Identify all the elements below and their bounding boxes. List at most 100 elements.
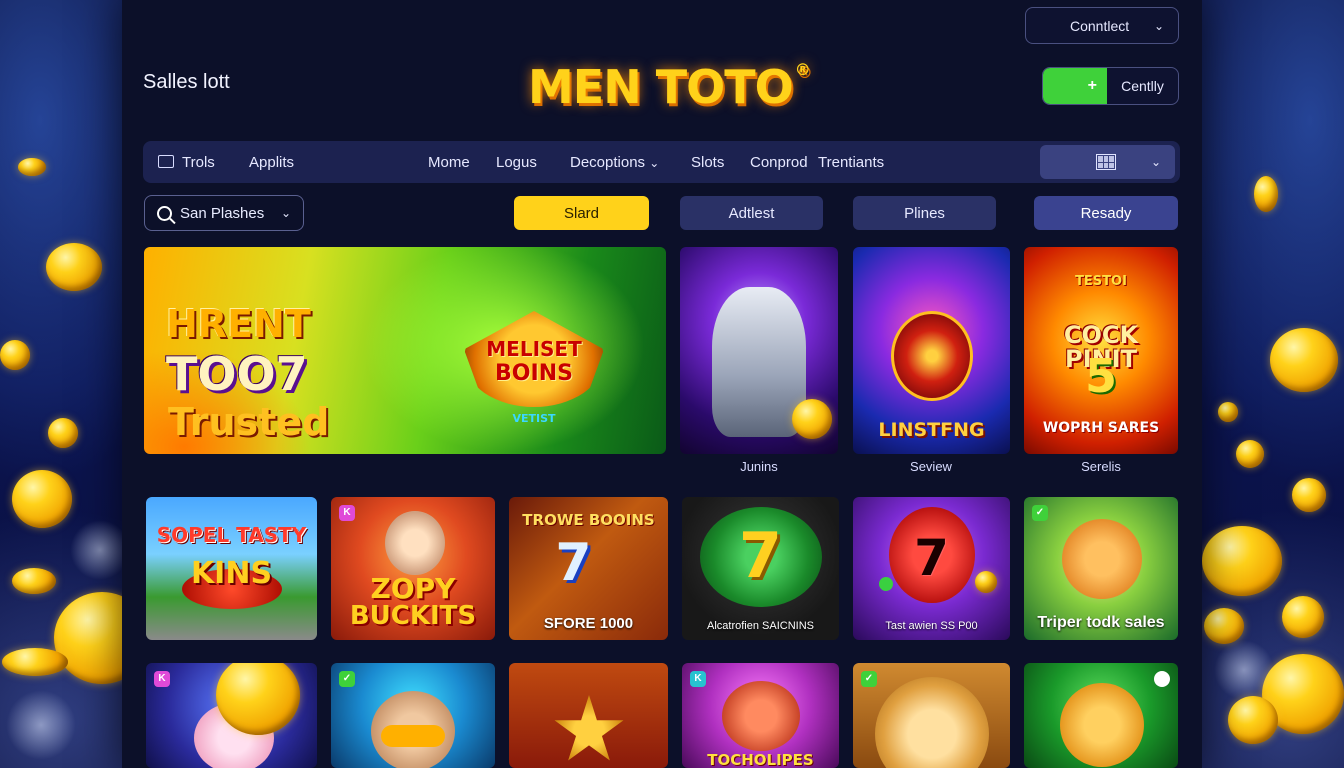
star-emblem xyxy=(554,695,624,761)
nav-label: Decoptions xyxy=(570,154,646,171)
featured-game-card[interactable] xyxy=(680,247,838,454)
logo-text: MEN TOTO xyxy=(528,60,794,114)
view-switcher[interactable]: ⌄ xyxy=(1040,145,1175,179)
cat-character xyxy=(1062,519,1142,599)
nav-item-mome[interactable]: Mome xyxy=(428,154,470,171)
chevron-down-icon: ⌄ xyxy=(649,156,660,170)
nav-item-trols[interactable]: Trols xyxy=(158,154,215,171)
game-card[interactable]: ✓ xyxy=(331,663,495,768)
hero-title-line1: HRENT xyxy=(166,302,311,346)
nav-label: Trols xyxy=(182,154,215,171)
connect-label: Conntlect xyxy=(1070,17,1130,34)
game-card[interactable]: ✓ xyxy=(853,663,1010,768)
featured-label: Seview xyxy=(910,459,952,474)
featured-label: Junins xyxy=(740,459,778,474)
hero-badge-line1: MELISET xyxy=(486,337,582,361)
nav-item-slots[interactable]: Slots xyxy=(691,154,724,171)
currency-toggle[interactable]: + Centlly xyxy=(1042,67,1179,105)
filter-pill-slard[interactable]: Slard xyxy=(514,196,649,230)
featured-art-number: 5 xyxy=(1084,349,1117,403)
game-art-title: KINS xyxy=(190,556,273,591)
hero-badge-line2: BOINS xyxy=(495,361,573,386)
coin-decoration xyxy=(1292,478,1326,512)
filter-pill-resady[interactable]: Resady xyxy=(1034,196,1178,230)
coin-decoration xyxy=(1218,402,1238,422)
game-art-seven: 7 xyxy=(555,533,592,593)
featured-game-card[interactable]: TESTOI COCK PINIT 5 WOPRH SARES xyxy=(1024,247,1178,454)
game-card[interactable]: K ZOPY BUCKITS xyxy=(331,497,495,640)
creature-character xyxy=(722,681,800,751)
game-card[interactable]: K TOCHOLIPES xyxy=(682,663,839,768)
search-label: San Plashes xyxy=(180,204,265,222)
game-card[interactable]: SOPEL TASTY KINS xyxy=(146,497,317,640)
coin-decoration xyxy=(2,648,68,676)
filter-pill-plines[interactable]: Plines xyxy=(853,196,996,230)
connect-dropdown[interactable]: Conntlect ⌄ xyxy=(1025,7,1179,44)
game-card[interactable] xyxy=(1024,663,1178,768)
chevron-down-icon: ⌄ xyxy=(1150,155,1161,169)
goggles-icon xyxy=(381,725,445,747)
game-art-seven: 7 xyxy=(738,519,783,592)
medallion-emblem xyxy=(875,677,989,768)
game-badge-icon: K xyxy=(690,671,706,687)
site-logo[interactable]: MEN TOTO ® xyxy=(528,60,811,114)
hero-banner[interactable]: HRENT TOO7 Trusted MELISET BOINS VETIST xyxy=(144,247,666,454)
coin-icon xyxy=(792,399,832,439)
coin-icon xyxy=(216,663,300,735)
bokeh-decoration xyxy=(70,520,130,580)
coin-decoration xyxy=(1228,696,1278,744)
plus-icon: + xyxy=(1087,77,1097,94)
game-card[interactable]: 7 Tast awien SS P00 xyxy=(853,497,1010,640)
game-card[interactable]: TROWE BOOINS 7 SFORE 1000 xyxy=(509,497,668,640)
hero-title-line3: Trusted xyxy=(168,400,330,444)
game-card[interactable] xyxy=(509,663,668,768)
featured-art-text: LINSTFNG xyxy=(878,419,985,441)
game-card[interactable]: K xyxy=(146,663,317,768)
featured-art-bottom: WOPRH SARES xyxy=(1042,420,1160,436)
coin-decoration xyxy=(1202,526,1282,596)
game-card[interactable]: ✓ Triper todk sales xyxy=(1024,497,1178,640)
nav-item-conprod[interactable]: Conprod xyxy=(750,154,808,171)
game-art-text: TROWE BOOINS xyxy=(522,511,655,529)
bokeh-decoration xyxy=(1214,640,1274,700)
game-badge-icon: ✓ xyxy=(1032,505,1048,521)
grid-view-icon xyxy=(1096,154,1116,170)
hero-badge-line3: VETIST xyxy=(512,412,556,425)
game-badge-icon: ✓ xyxy=(339,671,355,687)
game-card[interactable]: 7 Alcatrofien SAICNINS xyxy=(682,497,839,640)
game-caption: Alcatrofien SAICNINS xyxy=(707,620,814,632)
main-nav: Trols Applits Mome Logus Decoptions ⌄ Sl… xyxy=(143,141,1180,183)
featured-game-card[interactable]: LINSTFNG xyxy=(853,247,1010,454)
game-badge-icon: K xyxy=(154,671,170,687)
search-dropdown[interactable]: San Plashes ⌄ xyxy=(144,195,304,231)
green-ball xyxy=(879,577,893,591)
bokeh-decoration xyxy=(6,690,76,760)
coin-decoration xyxy=(12,470,72,528)
filter-pill-adtlest[interactable]: Adtlest xyxy=(680,196,823,230)
chevron-down-icon: ⌄ xyxy=(280,206,291,220)
clover-icon xyxy=(1154,671,1170,687)
toggle-switch[interactable]: + xyxy=(1043,68,1107,104)
game-art-text: SOPEL TASTY xyxy=(156,523,307,547)
game-caption: Triper todk sales xyxy=(1037,614,1165,631)
coin-decoration xyxy=(1254,176,1278,212)
hero-title-line2: TOO7 xyxy=(166,347,308,401)
site-subtitle: Salles lott xyxy=(143,71,230,93)
creature-character xyxy=(1060,683,1144,767)
nav-item-logus[interactable]: Logus xyxy=(496,154,537,171)
nav-item-decoptions[interactable]: Decoptions ⌄ xyxy=(570,154,659,171)
coin-decoration xyxy=(0,340,30,370)
featured-label: Serelis xyxy=(1081,459,1121,474)
game-art-text: ZOPY xyxy=(370,572,456,605)
nav-item-trentiants[interactable]: Trentiants xyxy=(818,154,884,171)
coin-decoration xyxy=(46,243,102,291)
toggle-label: Centlly xyxy=(1121,78,1164,94)
game-badge-icon: ✓ xyxy=(861,671,877,687)
coin-icon xyxy=(975,571,997,593)
coin-decoration xyxy=(48,418,78,448)
lantern-emblem xyxy=(891,311,973,401)
nav-item-applits[interactable]: Applits xyxy=(249,154,294,171)
coin-decoration xyxy=(1270,328,1338,392)
chevron-down-icon: ⌄ xyxy=(1153,18,1164,33)
game-caption: SFORE 1000 xyxy=(543,615,634,632)
